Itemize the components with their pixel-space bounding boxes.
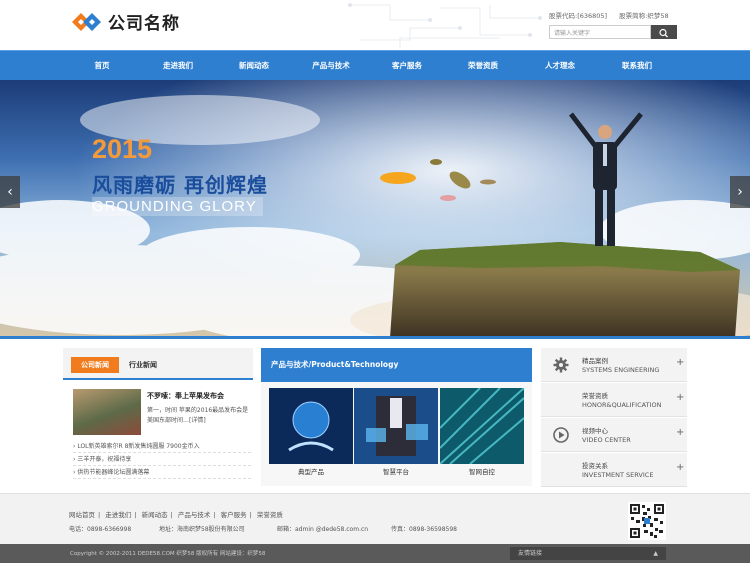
nav-item-honor[interactable]: 荣誉资质 xyxy=(445,51,521,81)
service-en-label: SYSTEMS ENGINEERING xyxy=(582,366,660,374)
tab-industry-news[interactable]: 行业新闻 xyxy=(129,357,157,373)
product-image-typical[interactable] xyxy=(269,388,353,464)
product-image-control[interactable] xyxy=(440,388,524,464)
footer-link-honor[interactable]: 荣誉资质 xyxy=(257,511,283,519)
product-label-typical[interactable]: 典型产品 xyxy=(269,466,353,476)
nav-item-service[interactable]: 客户服务 xyxy=(369,51,445,81)
service-cn-label: 投资关系 xyxy=(582,462,608,470)
nav-item-products[interactable]: 产品与技术 xyxy=(293,51,369,81)
banner-slogan-en: GROUNDING GLORY xyxy=(92,197,263,216)
news-list-item[interactable]: › LOL新英雄索尔R 8新发售纯圆服 7900金币入 xyxy=(73,440,251,453)
plus-icon: + xyxy=(676,357,685,368)
news-panel: 公司新闻 行业新闻 不罗嗦：奉上苹果发布会 第一，时间 苹果的2016最品发布会… xyxy=(63,348,253,486)
service-item-cases[interactable]: 精品案例 SYSTEMS ENGINEERING + xyxy=(541,348,687,382)
service-cn-label: 荣誉资质 xyxy=(582,392,608,400)
service-cn-label: 精品案例 xyxy=(582,357,608,365)
copyright: Copyright © 2002-2011 DEDE58.COM 织梦58 版权… xyxy=(70,551,266,557)
banner-year: 2015 xyxy=(92,134,153,164)
news-list-item[interactable]: › 三羊开泰，祝福待享 xyxy=(73,453,251,466)
caret-up-icon: ▲ xyxy=(653,550,658,557)
company-name: 公司名称 xyxy=(108,14,180,34)
hero-banner[interactable]: 2015 风雨磨砺 再创辉煌 GROUNDING GLORY xyxy=(0,80,750,338)
footer-email: 邮箱：admin @dede58.com.cn xyxy=(277,526,369,533)
service-cn-label: 视频中心 xyxy=(582,427,608,435)
footer-address: 地址：海南织梦58股份有限公司 xyxy=(159,526,245,533)
logo-mark-icon xyxy=(72,12,101,31)
banner-bottom-line xyxy=(0,336,750,339)
page: 公司名称 股票代码:[636805] 股票简称:织梦58 请输入关键字 首页 走… xyxy=(0,0,750,563)
footer-link-about[interactable]: 走进我们 xyxy=(105,511,131,519)
footer-link-products[interactable]: 产品与技术 xyxy=(178,511,211,519)
nav-item-about[interactable]: 走进我们 xyxy=(140,51,216,81)
stock-short-name: 股票简称:织梦58 xyxy=(619,12,669,20)
search-input[interactable]: 请输入关键字 xyxy=(549,25,651,39)
footer-phone: 电话：0898-6366998 xyxy=(69,526,132,533)
footer-link-news[interactable]: 新闻动态 xyxy=(142,511,168,519)
video-icon xyxy=(553,427,569,443)
nav-item-home[interactable]: 首页 xyxy=(64,51,140,81)
news-tabs: 公司新闻 行业新闻 xyxy=(63,348,253,380)
services-panel: 精品案例 SYSTEMS ENGINEERING + 荣誉资质 HONOR&QU… xyxy=(541,348,687,487)
header: 公司名称 股票代码:[636805] 股票简称:织梦58 请输入关键字 xyxy=(0,0,750,50)
search-icon xyxy=(659,28,668,38)
news-thumbnail[interactable] xyxy=(73,389,141,435)
products-header: 产品与技术/Product&Technology xyxy=(261,348,532,382)
footer-fax: 传真：0898-36598598 xyxy=(391,526,457,533)
nav-item-talent[interactable]: 人才理念 xyxy=(522,51,598,81)
plus-icon: + xyxy=(676,392,685,403)
main-nav: 首页 走进我们 新闻动态 产品与技术 客户服务 荣誉资质 人才理念 联系我们 xyxy=(0,50,750,80)
news-featured-title[interactable]: 不罗嗦：奉上苹果发布会 xyxy=(147,391,224,401)
friend-links-label: 友情链接 xyxy=(518,550,543,557)
tab-company-news[interactable]: 公司新闻 xyxy=(71,357,119,373)
nav-item-contact[interactable]: 联系我们 xyxy=(599,51,675,81)
news-list: › LOL新英雄索尔R 8新发售纯圆服 7900金币入 › 三羊开泰，祝福待享 … xyxy=(73,440,251,479)
bottom-bar: Copyright © 2002-2011 DEDE58.COM 织梦58 版权… xyxy=(0,544,750,563)
products-panel: 产品与技术/Product&Technology 典型产品 智慧平台 智网自控 xyxy=(261,348,532,486)
news-featured-summary: 第一，时间 苹果的2016最品发布会是美国东部时间…[详情] xyxy=(147,407,249,424)
banner-next-arrow[interactable]: › xyxy=(730,176,750,208)
service-en-label: HONOR&QUALIFICATION xyxy=(582,401,662,409)
search-button[interactable] xyxy=(651,25,677,39)
footer-link-service[interactable]: 客户服务 xyxy=(221,511,247,519)
product-label-control[interactable]: 智网自控 xyxy=(440,466,524,476)
service-en-label: VIDEO CENTER xyxy=(582,436,631,444)
stock-info: 股票代码:[636805] 股票简称:织梦58 xyxy=(549,10,679,20)
nav-item-news[interactable]: 新闻动态 xyxy=(216,51,292,81)
service-item-investment[interactable]: 投资关系 INVESTMENT SERVICE + xyxy=(541,453,687,487)
stock-code: 股票代码:[636805] xyxy=(549,12,608,20)
banner-slogan-cn: 风雨磨砺 再创辉煌 xyxy=(92,173,268,197)
gear-icon xyxy=(553,357,569,373)
service-item-video[interactable]: 视频中心 VIDEO CENTER + xyxy=(541,418,687,452)
friend-links-select[interactable]: 友情链接 ▲ xyxy=(510,547,666,560)
footer: 网站首页 | 走进我们 | 新闻动态 | 产品与技术 | 客户服务 | 荣誉资质 电话：0… xyxy=(0,493,750,544)
banner-prev-arrow[interactable]: ‹ xyxy=(0,176,20,208)
product-image-platform[interactable] xyxy=(354,388,438,464)
service-en-label: INVESTMENT SERVICE xyxy=(582,471,654,479)
product-label-platform[interactable]: 智慧平台 xyxy=(354,466,438,476)
plus-icon: + xyxy=(676,462,685,473)
plus-icon: + xyxy=(676,427,685,438)
service-item-honor[interactable]: 荣誉资质 HONOR&QUALIFICATION + xyxy=(541,383,687,417)
footer-link-home[interactable]: 网站首页 xyxy=(69,511,95,519)
news-list-item[interactable]: › 供热节能器峰论坛圆满落幕 xyxy=(73,466,251,479)
circuit-decoration xyxy=(348,3,542,48)
qr-code-icon xyxy=(628,502,666,540)
footer-links: 网站首页 | 走进我们 | 新闻动态 | 产品与技术 | 客户服务 | 荣誉资质 xyxy=(69,511,283,519)
logo[interactable]: 公司名称 xyxy=(72,9,180,34)
